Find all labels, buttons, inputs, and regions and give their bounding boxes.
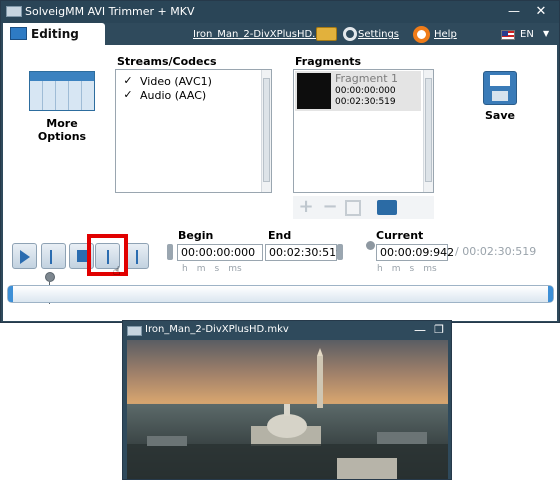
timeline-slider[interactable]	[7, 285, 554, 303]
more-options-label: More Options	[37, 117, 87, 143]
language-selector[interactable]: EN	[520, 29, 534, 40]
streams-list: ✓ Video (AVC1) ✓ Audio (AAC)	[115, 69, 272, 193]
end-range-handle[interactable]	[337, 244, 343, 260]
us-flag-icon[interactable]	[501, 30, 515, 40]
chevron-down-icon[interactable]: ▼	[543, 29, 549, 38]
stream-label: Video (AVC1)	[140, 74, 212, 88]
preview-title: Iron_Man_2-DivXPlusHD.mkv	[145, 324, 289, 335]
current-time-field[interactable]: 00:00:09:942	[376, 244, 454, 261]
fragment-thumbnail	[297, 73, 331, 109]
tab-editing-label: Editing	[31, 27, 79, 41]
timeline-left-marker[interactable]	[8, 286, 13, 302]
fragment-item[interactable]: Fragment 1 00:00:00:000 00:02:30:519	[295, 71, 421, 111]
current-position-marker	[366, 241, 375, 250]
camera-icon[interactable]	[377, 200, 397, 215]
fragment-toolbar: + −	[293, 196, 434, 219]
floppy-disk-icon	[483, 71, 517, 105]
begin-label: Begin	[178, 229, 214, 242]
video-icon	[127, 326, 142, 336]
play-button[interactable]	[12, 243, 37, 269]
begin-units: h m s ms	[182, 264, 242, 274]
stream-item-video[interactable]: ✓ Video (AVC1)	[122, 74, 212, 88]
gear-icon[interactable]	[343, 27, 357, 41]
app-icon	[6, 6, 22, 17]
playhead-handle[interactable]	[45, 272, 55, 282]
more-options-button[interactable]: More Options	[23, 71, 101, 143]
checkbox-video[interactable]: ✓	[122, 75, 134, 87]
play-selection-icon	[50, 250, 52, 264]
preview-window: Iron_Man_2-DivXPlusHD.mkv — ❐	[122, 320, 452, 480]
scroll-thumb[interactable]	[263, 78, 270, 182]
end-marker-icon	[136, 250, 138, 264]
toolbar: Editing Iron_Man_2-DivXPlusHD.mkv Settin…	[1, 23, 559, 46]
fragments-list: Fragment 1 00:00:00:000 00:02:30:519	[293, 69, 434, 193]
fragment-end-time: 00:02:30:519	[335, 97, 396, 107]
video-frame	[127, 340, 448, 479]
video-frame-image	[127, 340, 448, 479]
play-selection-button[interactable]	[41, 243, 66, 269]
title-bar: SolveigMM AVI Trimmer + MKV — ✕	[1, 1, 559, 23]
begin-range-handle[interactable]	[167, 244, 173, 260]
streams-codecs-heading: Streams/Codecs	[117, 55, 217, 68]
streams-scrollbar[interactable]	[261, 70, 271, 192]
clapperboard-icon	[10, 27, 27, 40]
current-units: h m s ms	[377, 264, 437, 274]
settings-link[interactable]: Settings	[358, 29, 399, 40]
fragment-name: Fragment 1	[335, 72, 399, 85]
stream-item-audio[interactable]: ✓ Audio (AAC)	[122, 88, 206, 102]
edit-fragment-icon[interactable]	[345, 200, 361, 216]
remove-fragment-button[interactable]: −	[320, 198, 340, 218]
add-fragment-button[interactable]: +	[296, 198, 316, 218]
total-duration: / 00:02:30:519	[455, 245, 537, 258]
highlight-box	[87, 234, 128, 276]
editing-panel: More Options Streams/Codecs ✓ Video (AVC…	[3, 45, 557, 321]
timeline-right-marker[interactable]	[548, 286, 553, 302]
play-icon	[20, 250, 30, 264]
end-label: End	[268, 229, 292, 242]
hand-cursor-icon: ☝	[113, 264, 121, 278]
fragments-heading: Fragments	[295, 55, 362, 68]
checkbox-audio[interactable]: ✓	[122, 89, 134, 101]
scroll-thumb[interactable]	[425, 78, 432, 182]
save-label: Save	[485, 109, 515, 122]
preview-minimize-button[interactable]: —	[411, 323, 429, 337]
folder-icon[interactable]	[316, 27, 337, 41]
fragment-begin-time: 00:00:00:000	[335, 86, 396, 96]
help-link[interactable]: Help	[434, 29, 457, 40]
close-button[interactable]: ✕	[531, 3, 551, 20]
stream-label: Audio (AAC)	[140, 88, 207, 102]
window-title: SolveigMM AVI Trimmer + MKV	[25, 5, 195, 18]
end-time-field[interactable]: 00:02:30:519	[265, 244, 343, 261]
fragments-scrollbar[interactable]	[423, 70, 433, 192]
current-label: Current	[376, 229, 424, 242]
preview-maximize-button[interactable]: ❐	[431, 323, 447, 337]
begin-time-field[interactable]: 00:00:00:000	[177, 244, 263, 261]
minimize-button[interactable]: —	[504, 3, 524, 20]
help-icon[interactable]	[413, 26, 430, 43]
table-grid-icon	[29, 71, 95, 111]
main-window: SolveigMM AVI Trimmer + MKV — ✕ Editing …	[0, 0, 560, 323]
tab-editing[interactable]: Editing	[3, 23, 105, 46]
save-button[interactable]: Save	[475, 71, 525, 122]
